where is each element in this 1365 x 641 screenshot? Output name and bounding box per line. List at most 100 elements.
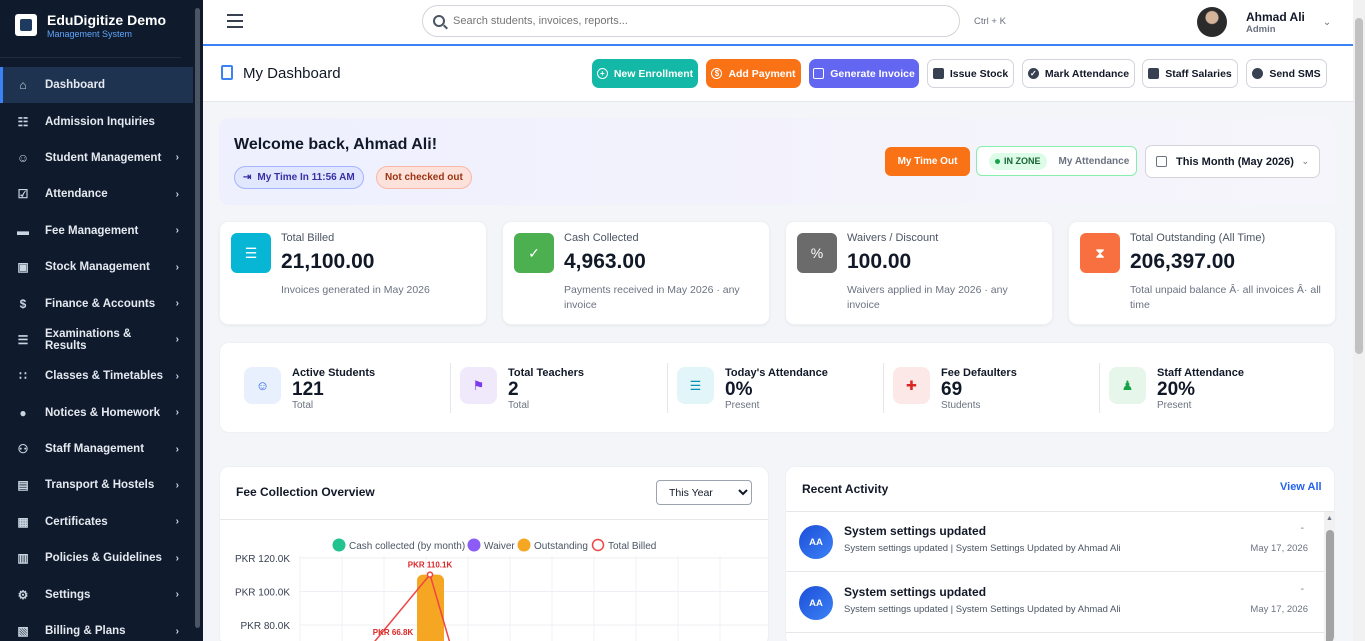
chevron-right-icon: › <box>175 261 179 273</box>
time-in-badge: ⇥ My Time In 11:56 AM <box>234 166 364 189</box>
fee-period-select[interactable]: This Year <box>656 480 752 505</box>
sidebar-item-settings[interactable]: ⚙ Settings › <box>0 576 193 612</box>
chevron-right-icon: › <box>175 625 179 637</box>
kpi-label: Total Teachers <box>508 367 585 379</box>
status-dot-icon <box>995 158 1000 164</box>
sidebar-item-transport-hostels[interactable]: ▤ Transport & Hostels › <box>0 467 193 503</box>
fee-collection-card: Fee Collection Overview This Year Cash c… <box>219 466 769 641</box>
legend-label: Cash collected (by month) <box>349 541 465 552</box>
add-payment-label: Add Payment <box>728 67 796 80</box>
chevron-right-icon: › <box>175 370 179 382</box>
users-icon: ⚇ <box>17 442 29 457</box>
bus-icon: ▤ <box>17 478 29 493</box>
fee-chart-title: Fee Collection Overview <box>236 485 375 499</box>
search-icon <box>433 15 445 27</box>
waivers-discount-icon: % <box>797 233 837 273</box>
zone-status-label: IN ZONE <box>1004 156 1041 166</box>
view-all-link[interactable]: View All <box>1280 481 1322 493</box>
divider <box>1099 363 1100 413</box>
period-select[interactable]: This Month (May 2026) ⌄ <box>1145 145 1320 178</box>
avatar[interactable] <box>1197 7 1227 37</box>
sidebar-item-billing-plans[interactable]: ▧ Billing & Plans › <box>0 613 193 641</box>
data-label: PKR 66.8K <box>373 628 414 637</box>
staff-salaries-button[interactable]: Staff Salaries <box>1142 59 1238 88</box>
kpi-value: 20% <box>1157 379 1196 400</box>
mark-attendance-button[interactable]: ✓ Mark Attendance <box>1022 59 1135 88</box>
total-outstanding-card: ⧗ Total Outstanding (All Time) 206,397.00 T… <box>1068 221 1336 325</box>
active-students-kpi: ☺ Active Students 121 Total <box>244 363 460 415</box>
activity-item[interactable]: AA System settings updated System settings… <box>786 573 1324 633</box>
kpi-value: 2 <box>508 379 519 400</box>
kpi-value: 0% <box>725 379 753 400</box>
y-tick-label: PKR 120.0K <box>235 554 290 565</box>
certificate-icon: ▦ <box>17 514 29 529</box>
sidebar-nav: ⌂ Dashboard ☷ Admission Inquiries ☺ Student M… <box>0 67 193 641</box>
staff-attendance-icon: ♟ <box>1109 367 1146 404</box>
billed-point <box>426 571 434 578</box>
sidebar-item-finance-accounts[interactable]: $ Finance & Accounts › <box>0 285 193 321</box>
stat-description: Payments received in May 2026 · any invo… <box>564 284 740 311</box>
activity-item-title: System settings updated <box>844 524 987 538</box>
stat-label: Cash Collected <box>564 232 639 244</box>
sidebar-item-staff-management[interactable]: ⚇ Staff Management › <box>0 431 193 467</box>
issue-stock-label: Issue Stock <box>949 67 1009 80</box>
sidebar-item-label: Policies & Guidelines <box>45 552 162 565</box>
sidebar-item-admission-inquiries[interactable]: ☷ Admission Inquiries <box>0 103 193 139</box>
total-teachers-kpi: ⚑ Total Teachers 2 Total <box>460 363 676 415</box>
chevron-right-icon: › <box>175 407 179 419</box>
sidebar-item-notices-homework[interactable]: ● Notices & Homework › <box>0 395 193 431</box>
page-scrollbar-thumb[interactable] <box>1355 18 1363 354</box>
sidebar-item-dashboard[interactable]: ⌂ Dashboard <box>0 67 193 104</box>
checkout-status-badge: Not checked out <box>376 166 472 189</box>
sidebar-item-student-management[interactable]: ☺ Student Management › <box>0 140 193 176</box>
send-sms-button[interactable]: Send SMS <box>1246 59 1327 88</box>
activity-item[interactable]: AA System settings updated System settings… <box>786 512 1324 572</box>
sidebar-item-label: Notices & Homework <box>45 406 161 419</box>
issue-stock-button[interactable]: Issue Stock <box>927 59 1014 88</box>
activity-title: Recent Activity <box>802 482 889 496</box>
activity-scrollbar-thumb[interactable] <box>1326 530 1334 641</box>
chevron-right-icon: › <box>175 443 179 455</box>
time-out-button[interactable]: My Time Out <box>885 147 970 176</box>
chevron-down-icon[interactable]: ⌄ <box>1323 17 1331 28</box>
search-bar[interactable] <box>422 5 960 37</box>
sidebar-item-stock-management[interactable]: ▣ Stock Management › <box>0 249 193 285</box>
active-students-icon: ☺ <box>244 367 281 404</box>
sidebar-item-attendance[interactable]: ☑ Attendance › <box>0 176 193 212</box>
kpi-label: Today's Attendance <box>725 367 828 379</box>
kpi-subtext: Total <box>508 400 530 411</box>
activity-item-meta: - <box>1300 523 1304 534</box>
chevron-right-icon: › <box>175 188 179 200</box>
fee-defaulters-icon: ✚ <box>893 367 930 404</box>
user-menu[interactable]: Ahmad Ali Admin ⌄ <box>1197 7 1331 37</box>
chevron-right-icon: › <box>175 334 179 346</box>
brand[interactable]: EduDigitize Demo Management System <box>0 0 181 58</box>
dollar-icon: $ <box>711 68 723 79</box>
legend-marker <box>591 538 605 552</box>
sidebar-item-examinations-results[interactable]: ☰ Examinations & Results › <box>0 322 193 358</box>
stat-value: 4,963.00 <box>564 250 646 273</box>
sidebar-item-label: Student Management <box>45 151 162 164</box>
sidebar-item-certificates[interactable]: ▦ Certificates › <box>0 504 193 540</box>
sidebar-item-classes-timetables[interactable]: ∷ Classes & Timetables › <box>0 358 193 394</box>
sidebar-item-fee-management[interactable]: ▬ Fee Management › <box>0 213 193 249</box>
sidebar-scrollbar-thumb[interactable] <box>195 8 200 628</box>
user-role: Admin <box>1246 23 1276 35</box>
recent-activity-card: Recent Activity View All ▲ AA System sett… <box>785 466 1335 641</box>
sidebar-item-policies-guidelines[interactable]: ▥ Policies & Guidelines › <box>0 540 193 576</box>
welcome-title: Welcome back, Ahmad Ali! <box>234 136 438 153</box>
fee-chart: Cash collected (by month) Waiver Outstandi… <box>235 538 768 641</box>
cash-collected-card: ✓ Cash Collected 4,963.00 Payments received… <box>502 221 770 325</box>
invoice-icon <box>813 68 825 79</box>
my-attendance-button[interactable]: IN ZONE My Attendance <box>976 146 1137 176</box>
chat-icon <box>1252 68 1264 79</box>
chevron-down-icon: ⌄ <box>1301 156 1309 166</box>
kpi-label: Staff Attendance <box>1157 367 1244 379</box>
scroll-up-icon[interactable]: ▲ <box>1326 515 1333 522</box>
generate-invoice-button[interactable]: Generate Invoice <box>809 59 919 88</box>
menu-toggle-icon[interactable] <box>227 14 243 28</box>
kpi-subtext: Total <box>292 400 314 411</box>
new-enrollment-button[interactable]: + New Enrollment <box>592 59 698 88</box>
search-input[interactable] <box>453 15 933 27</box>
add-payment-button[interactable]: $ Add Payment <box>706 59 801 88</box>
